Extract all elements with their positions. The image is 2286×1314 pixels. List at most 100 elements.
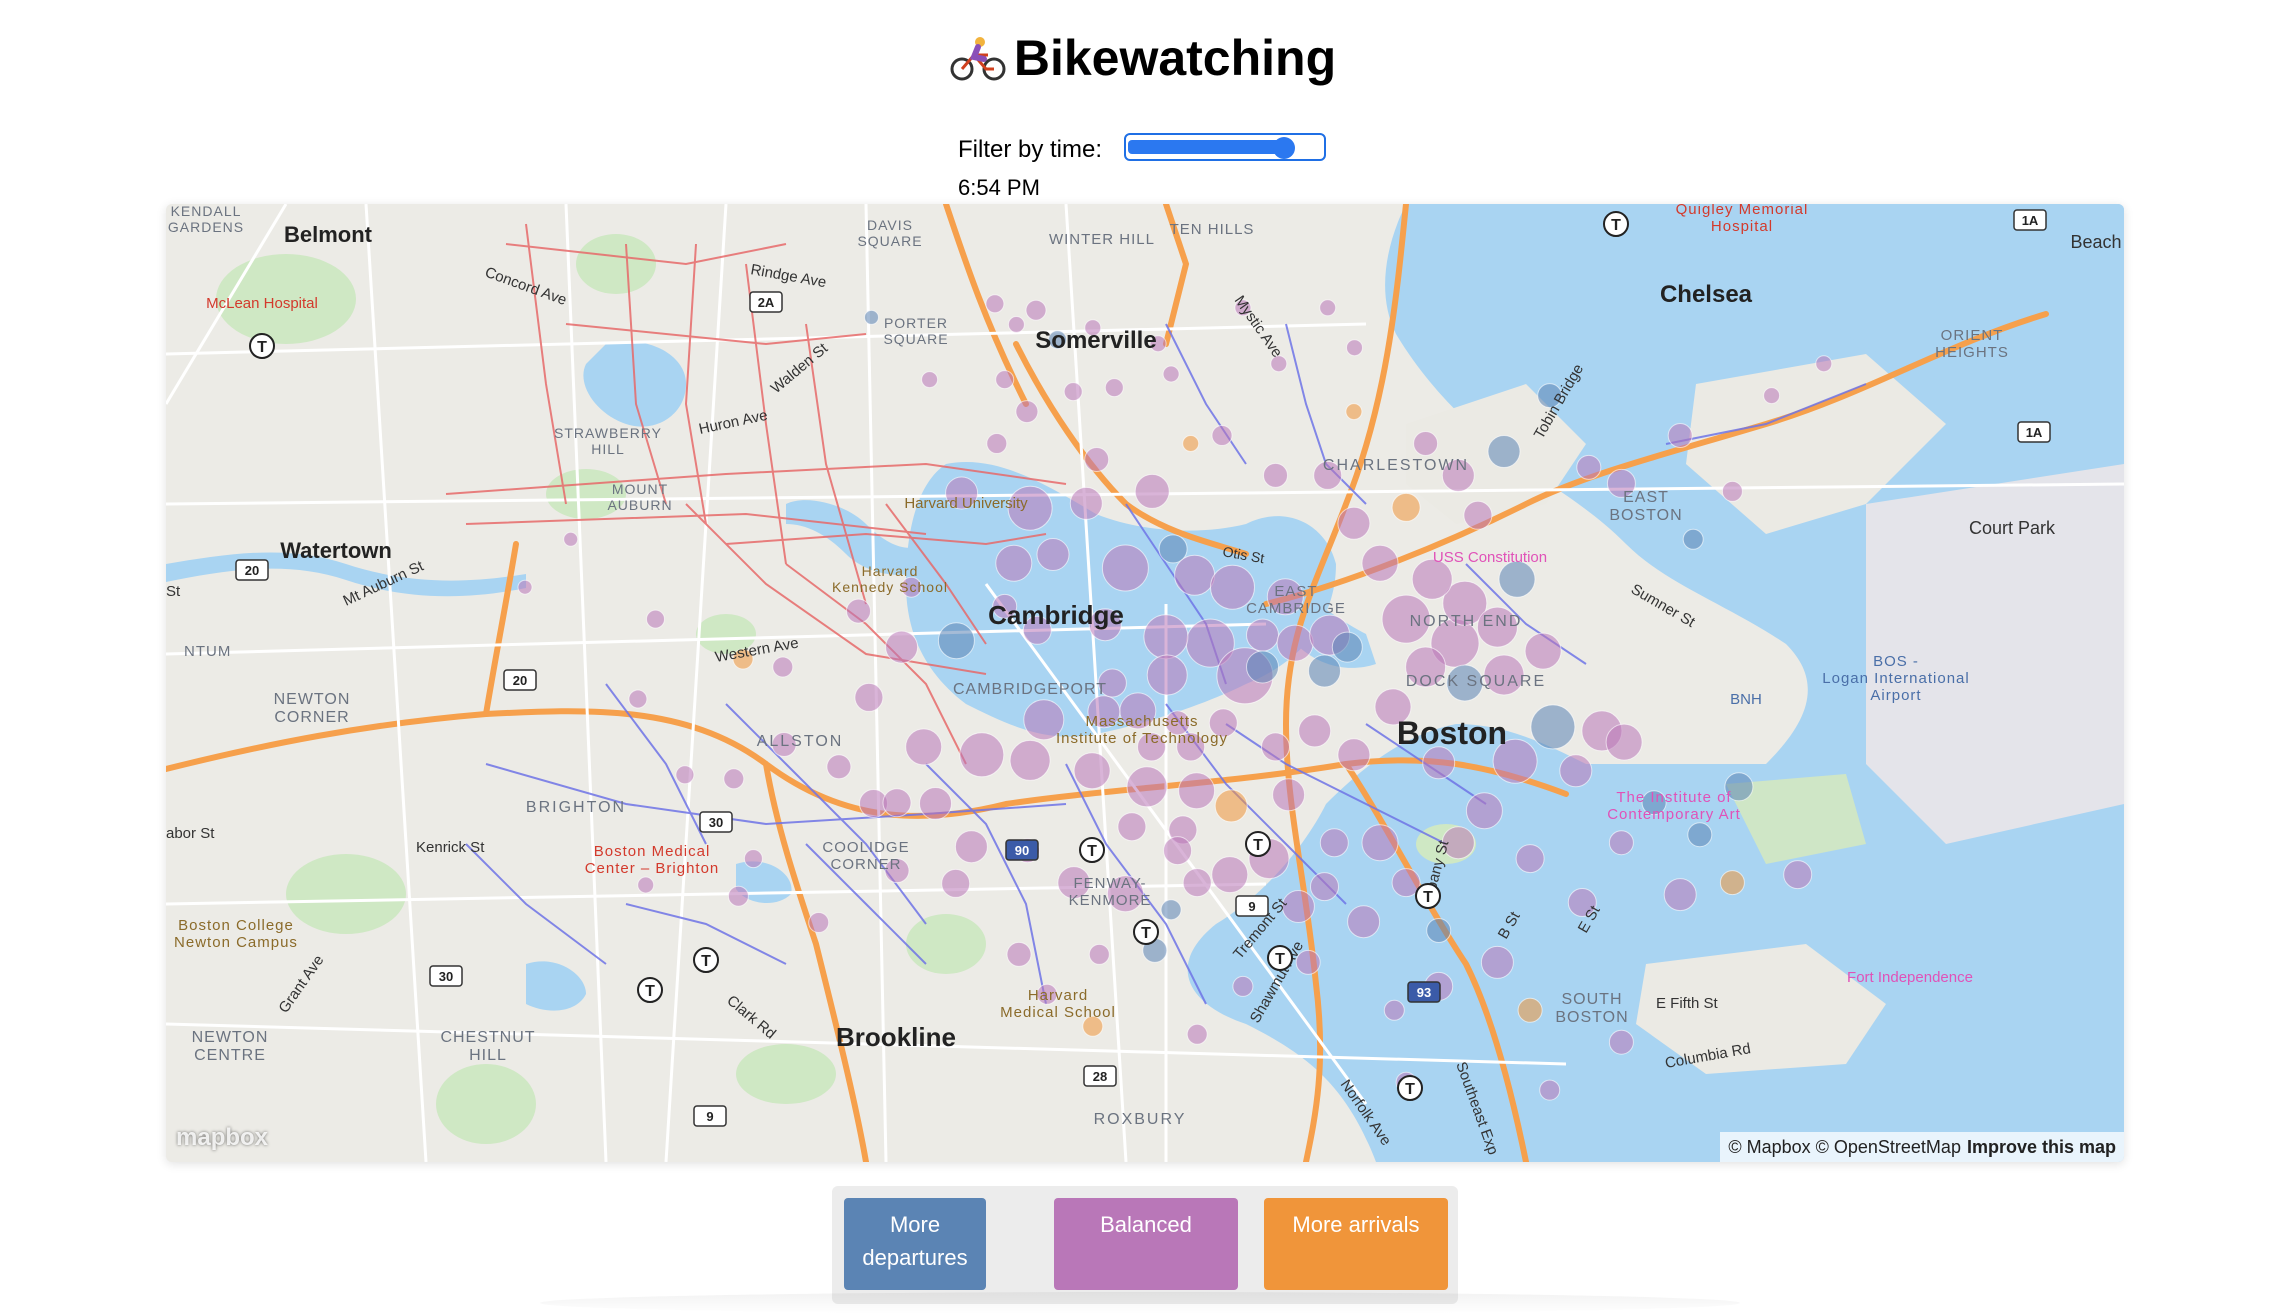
station-marker[interactable]: [1117, 812, 1147, 842]
station-marker[interactable]: [1182, 435, 1200, 452]
attribution-text[interactable]: © Mapbox © OpenStreetMap: [1728, 1137, 1961, 1157]
station-marker[interactable]: [986, 433, 1008, 454]
station-marker[interactable]: [1783, 860, 1813, 890]
station-marker[interactable]: [1815, 355, 1833, 373]
station-marker[interactable]: [1530, 704, 1576, 750]
station-marker[interactable]: [1163, 836, 1193, 866]
station-marker[interactable]: [1337, 738, 1371, 772]
station-marker[interactable]: [1025, 299, 1047, 321]
station-marker[interactable]: [1162, 365, 1180, 383]
station-marker[interactable]: [1721, 480, 1743, 502]
station-marker[interactable]: [1524, 632, 1562, 670]
station-marker[interactable]: [1426, 918, 1452, 943]
station-marker[interactable]: [1036, 538, 1070, 571]
station-marker[interactable]: [1143, 614, 1189, 660]
station-marker[interactable]: [1178, 772, 1216, 810]
station-marker[interactable]: [1015, 400, 1039, 424]
station-marker[interactable]: [637, 876, 655, 894]
station-marker[interactable]: [1261, 732, 1290, 762]
station-marker[interactable]: [919, 787, 952, 820]
station-marker[interactable]: [1515, 844, 1545, 874]
station-marker[interactable]: [1719, 870, 1745, 896]
station-marker[interactable]: [1346, 339, 1363, 357]
station-marker[interactable]: [1186, 1023, 1208, 1045]
station-marker[interactable]: [1182, 868, 1212, 898]
station-marker[interactable]: [1480, 945, 1514, 979]
station-marker[interactable]: [1345, 403, 1363, 421]
bike-station-map[interactable]: Belmont Somerville Chelsea Watertown Cam…: [166, 204, 2124, 1162]
station-marker[interactable]: [1263, 462, 1288, 488]
station-marker[interactable]: [1007, 316, 1025, 333]
station-marker[interactable]: [1763, 387, 1781, 405]
station-marker[interactable]: [628, 689, 648, 709]
station-marker[interactable]: [517, 579, 533, 595]
station-marker[interactable]: [995, 544, 1033, 582]
station-marker[interactable]: [921, 371, 939, 389]
station-marker[interactable]: [1101, 544, 1149, 592]
station-marker[interactable]: [1146, 654, 1188, 696]
station-marker[interactable]: [1063, 382, 1083, 402]
station-marker[interactable]: [941, 868, 971, 898]
station-marker[interactable]: [937, 622, 975, 660]
station-marker[interactable]: [954, 830, 988, 864]
station-marker[interactable]: [1682, 528, 1704, 550]
station-marker[interactable]: [1232, 975, 1254, 997]
station-marker[interactable]: [563, 531, 579, 547]
station-marker[interactable]: [1319, 299, 1337, 317]
station-marker[interactable]: [1134, 473, 1170, 509]
station-marker[interactable]: [1246, 618, 1279, 652]
station-marker[interactable]: [1463, 500, 1493, 530]
station-marker[interactable]: [1160, 899, 1182, 921]
station-marker[interactable]: [905, 728, 943, 766]
station-marker[interactable]: [1413, 431, 1439, 456]
station-marker[interactable]: [985, 294, 1005, 314]
station-marker[interactable]: [727, 885, 749, 907]
improve-map-link[interactable]: Improve this map: [1967, 1137, 2116, 1157]
station-marker[interactable]: [1605, 723, 1643, 761]
station-marker[interactable]: [1361, 824, 1399, 862]
station-marker[interactable]: [1539, 1079, 1561, 1101]
station-marker[interactable]: [1214, 789, 1248, 823]
station-marker[interactable]: [1667, 423, 1693, 448]
station-marker[interactable]: [743, 849, 763, 869]
station-marker[interactable]: [1608, 830, 1634, 856]
station-marker[interactable]: [959, 732, 1005, 778]
station-marker[interactable]: [1126, 766, 1168, 808]
station-marker[interactable]: [1487, 435, 1521, 468]
station-marker[interactable]: [1246, 650, 1279, 684]
station-marker[interactable]: [1310, 872, 1339, 902]
station-marker[interactable]: [1465, 792, 1503, 830]
station-marker[interactable]: [675, 765, 695, 785]
station-marker[interactable]: [864, 309, 879, 325]
station-marker[interactable]: [1361, 544, 1399, 582]
station-marker[interactable]: [854, 682, 884, 712]
station-marker[interactable]: [1347, 905, 1381, 939]
station-marker[interactable]: [826, 754, 852, 780]
station-marker[interactable]: [882, 788, 912, 818]
station-marker[interactable]: [1383, 999, 1405, 1021]
station-marker[interactable]: [1298, 714, 1332, 748]
station-marker[interactable]: [1331, 631, 1363, 663]
station-marker[interactable]: [1084, 447, 1110, 472]
station-marker[interactable]: [1211, 425, 1233, 446]
station-marker[interactable]: [1517, 997, 1543, 1023]
station-marker[interactable]: [1088, 943, 1110, 965]
station-marker[interactable]: [1608, 1029, 1634, 1055]
station-marker[interactable]: [1422, 746, 1456, 780]
station-marker[interactable]: [1211, 856, 1249, 894]
station-marker[interactable]: [772, 656, 794, 678]
station-marker[interactable]: [1276, 624, 1314, 662]
station-marker[interactable]: [1073, 752, 1111, 790]
station-marker[interactable]: [1498, 560, 1536, 598]
time-slider[interactable]: [1124, 133, 1326, 161]
mapbox-logo[interactable]: mapbox: [176, 1124, 268, 1152]
station-marker[interactable]: [1174, 554, 1216, 596]
station-marker[interactable]: [646, 609, 665, 629]
station-marker[interactable]: [1391, 492, 1421, 522]
station-marker[interactable]: [1576, 454, 1602, 480]
station-marker[interactable]: [1337, 506, 1371, 540]
map-canvas[interactable]: Belmont Somerville Chelsea Watertown Cam…: [166, 204, 2124, 1162]
station-marker[interactable]: [846, 598, 871, 624]
station-marker[interactable]: [723, 768, 745, 790]
station-marker[interactable]: [1009, 739, 1051, 781]
